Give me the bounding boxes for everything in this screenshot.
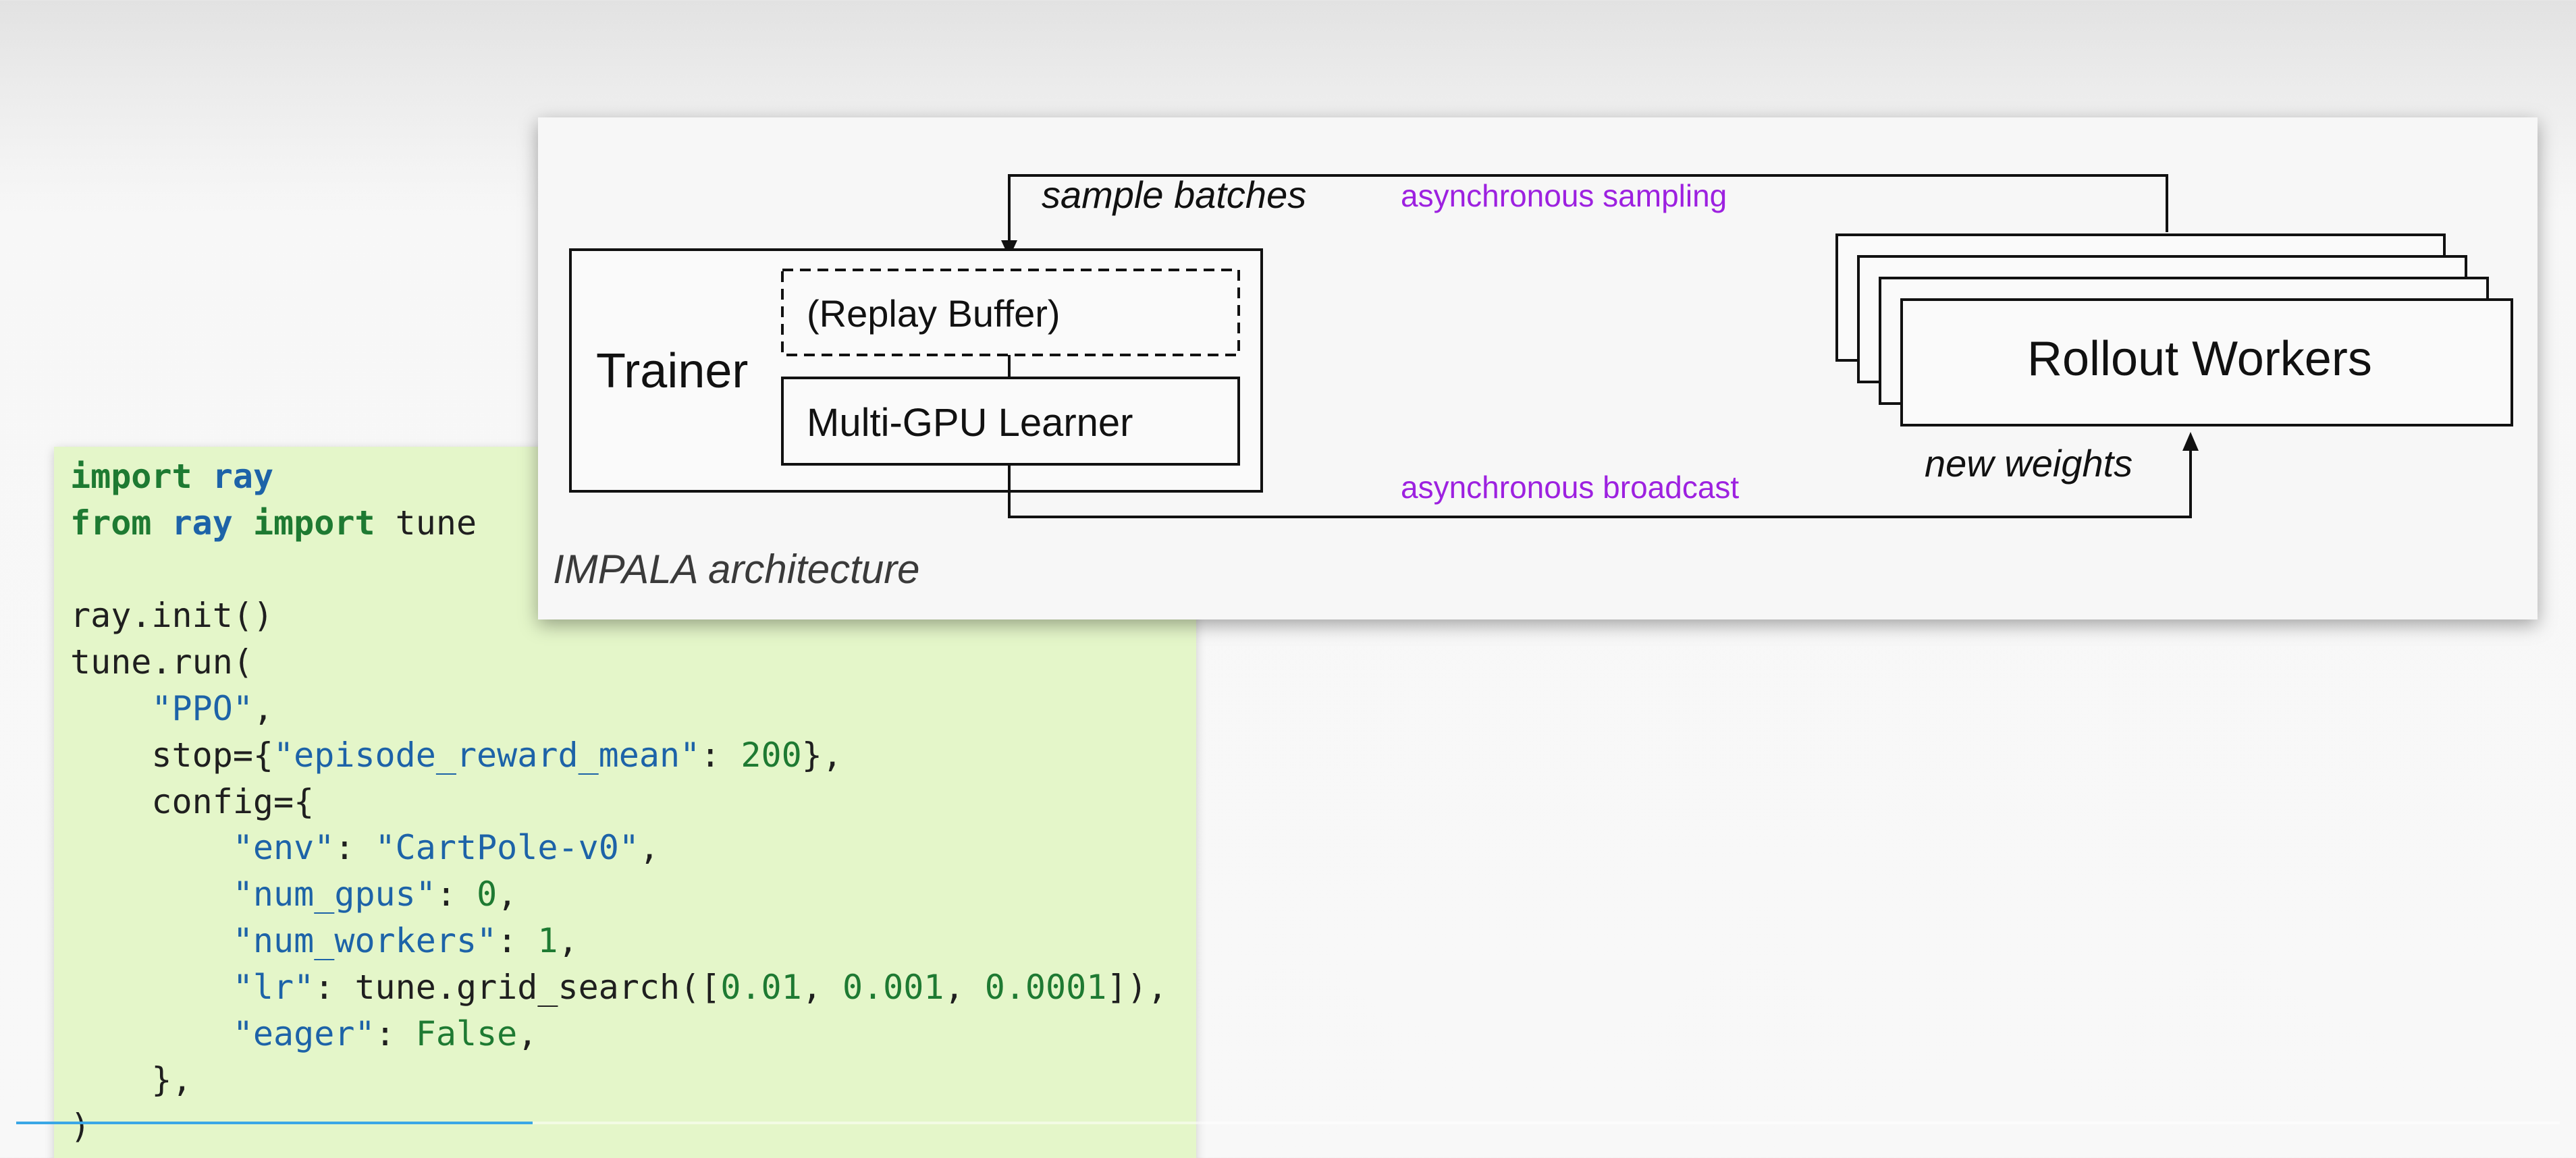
video-progress-track[interactable] bbox=[16, 1122, 2560, 1124]
code-token: 1 bbox=[537, 920, 558, 960]
code-token: 200 bbox=[741, 735, 802, 775]
code-token: , bbox=[252, 688, 274, 728]
learner-label: Multi-GPU Learner bbox=[807, 401, 1133, 445]
code-token: from bbox=[70, 503, 152, 543]
code-token: , bbox=[497, 875, 518, 914]
code-token: : bbox=[435, 875, 477, 914]
code-token: , bbox=[801, 967, 842, 1007]
code-token: ray bbox=[212, 457, 274, 496]
code-token: "CartPole-v0" bbox=[375, 828, 639, 868]
code-token: "env" bbox=[232, 828, 335, 868]
code-token: ]), bbox=[1106, 967, 1168, 1007]
code-line: "env": "CartPole-v0", bbox=[70, 825, 1168, 871]
new-weights-label: new weights bbox=[1925, 442, 2132, 485]
code-token: : bbox=[375, 1014, 416, 1053]
code-token: , bbox=[517, 1014, 538, 1053]
code-line: "num_gpus": 0, bbox=[70, 871, 1168, 918]
code-token: "eager" bbox=[232, 1014, 375, 1053]
code-token: 0.001 bbox=[842, 967, 944, 1007]
code-token: config={ bbox=[70, 781, 315, 821]
code-token: False bbox=[415, 1014, 518, 1053]
code-token: : bbox=[700, 735, 741, 775]
code-token: }, bbox=[801, 735, 842, 775]
new-weights-arrowhead bbox=[2182, 432, 2199, 451]
code-token: "episode_reward_mean" bbox=[273, 735, 701, 775]
code-line: "PPO", bbox=[70, 686, 1168, 732]
code-line: "num_workers": 1, bbox=[70, 918, 1168, 964]
code-token: , bbox=[944, 967, 985, 1007]
code-token: , bbox=[639, 828, 660, 868]
code-token: tune.run( bbox=[70, 642, 253, 682]
code-token: : bbox=[497, 920, 538, 960]
code-line: "eager": False, bbox=[70, 1011, 1168, 1057]
code-token: import bbox=[252, 503, 375, 543]
code-line: tune.run( bbox=[70, 639, 1168, 686]
video-progress-fill bbox=[16, 1122, 533, 1124]
code-token: 0 bbox=[477, 875, 498, 914]
code-token: 0.01 bbox=[720, 967, 802, 1007]
async-broadcast-label: asynchronous broadcast bbox=[1401, 470, 1739, 505]
async-sampling-label: asynchronous sampling bbox=[1401, 178, 1727, 213]
code-token: "num_gpus" bbox=[232, 875, 436, 914]
code-line: }, bbox=[70, 1057, 1168, 1103]
code-line: ) bbox=[70, 1103, 1168, 1150]
code-token: ) bbox=[70, 1107, 91, 1147]
rollout-workers-label: Rollout Workers bbox=[2027, 332, 2372, 386]
code-line: "lr": tune.grid_search([0.01, 0.001, 0.0… bbox=[70, 964, 1168, 1011]
code-token: ray bbox=[171, 503, 233, 543]
code-token: }, bbox=[70, 1060, 192, 1100]
code-token: , bbox=[558, 920, 579, 960]
code-token: 0.0001 bbox=[984, 967, 1107, 1007]
diagram-caption: IMPALA architecture bbox=[553, 547, 920, 592]
code-token: "lr" bbox=[232, 967, 315, 1007]
impala-diagram-card: sample batches asynchronous sampling Tra… bbox=[538, 117, 2538, 619]
code-token: "num_workers" bbox=[232, 920, 498, 960]
code-line: stop={"episode_reward_mean": 200}, bbox=[70, 732, 1168, 779]
impala-diagram: sample batches asynchronous sampling Tra… bbox=[553, 173, 2513, 592]
code-line: config={ bbox=[70, 779, 1168, 825]
code-token: import bbox=[70, 457, 192, 496]
code-token: : tune.grid_search([ bbox=[314, 967, 721, 1007]
sample-batches-label: sample batches bbox=[1042, 173, 1306, 216]
code-token: : bbox=[334, 828, 375, 868]
code-token: ray.init() bbox=[70, 596, 274, 636]
trainer-label: Trainer bbox=[596, 344, 748, 398]
code-token: tune bbox=[375, 503, 477, 543]
code-token: "PPO" bbox=[151, 688, 253, 728]
replay-buffer-label: (Replay Buffer) bbox=[807, 292, 1061, 335]
code-token: stop={ bbox=[70, 735, 274, 775]
